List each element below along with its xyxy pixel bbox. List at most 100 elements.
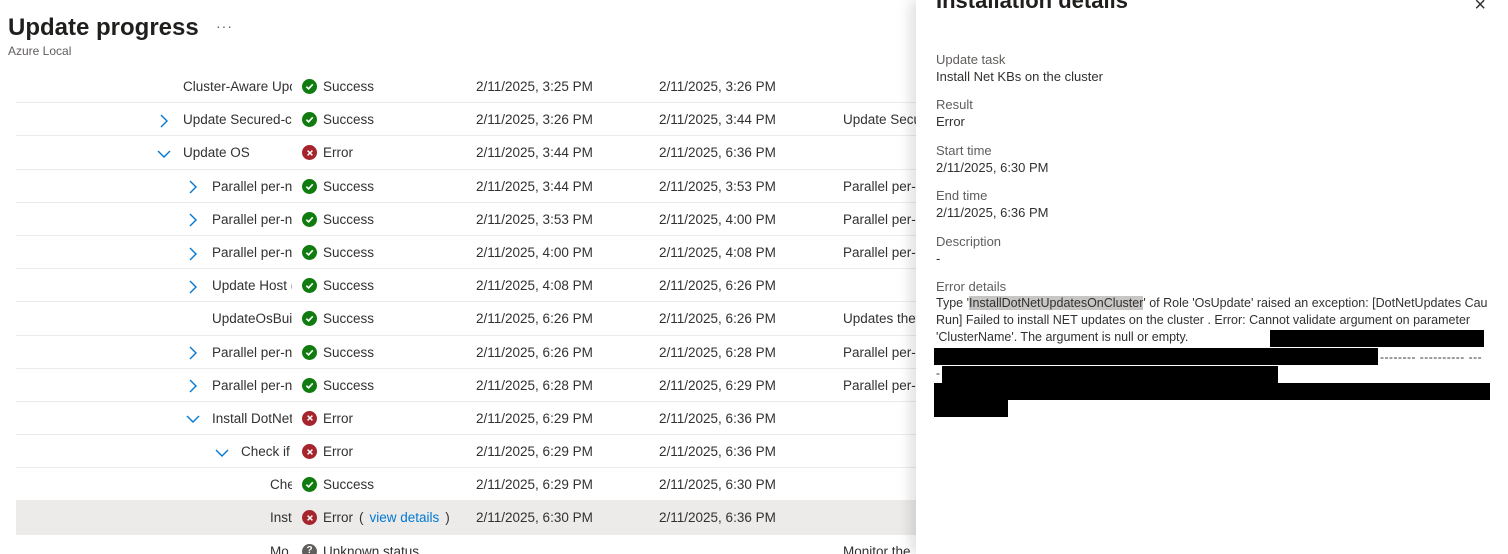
step-name: Parallel per-no xyxy=(212,211,292,227)
status-text: Success xyxy=(323,278,375,294)
end-time: 2/11/2025, 3:26 PM xyxy=(659,79,776,94)
start-time: 2/11/2025, 6:29 PM xyxy=(476,477,593,493)
redaction-block xyxy=(1270,330,1484,347)
start-time: 2/11/2025, 4:08 PM xyxy=(476,278,593,294)
status-text: Error xyxy=(323,510,353,526)
view-details-link[interactable]: view details xyxy=(370,501,440,534)
redaction-block xyxy=(934,383,1490,400)
error-dashes: -------- ---------- --- xyxy=(1380,350,1483,364)
chevron-right-icon[interactable] xyxy=(185,269,201,302)
table-row[interactable]: Inst Error (view details) 2/11/2025, 6:30 P… xyxy=(16,501,916,535)
success-status-icon xyxy=(302,344,317,360)
table-row[interactable]: Che Success 2/11/2025, 6:29 PM 2/11/2025, 6… xyxy=(16,468,916,502)
table-row[interactable]: Parallel per-no Success 2/11/2025, 3:44 PM… xyxy=(16,170,916,203)
end-time: 2/11/2025, 4:08 PM xyxy=(659,244,776,260)
chevron-right-icon[interactable] xyxy=(156,103,172,136)
page-subtitle: Azure Local xyxy=(8,44,72,58)
step-name: Update OS xyxy=(183,145,250,161)
success-status-icon xyxy=(302,477,317,493)
table-row[interactable]: Parallel per-no Success 2/11/2025, 6:26 PM… xyxy=(16,336,916,369)
step-description xyxy=(843,435,916,468)
step-name: Che xyxy=(270,477,292,493)
step-description: Update Secu xyxy=(843,112,916,128)
status-cell: Success xyxy=(302,468,374,501)
table-row[interactable]: UpdateOsBuil Success 2/11/2025, 6:26 PM 2/1… xyxy=(16,302,916,336)
table-row[interactable]: Parallel per-no Success 2/11/2025, 4:00 PM… xyxy=(16,236,916,270)
chevron-right-icon[interactable] xyxy=(185,170,201,203)
status-cell: Success xyxy=(302,302,374,335)
close-icon[interactable]: × xyxy=(1474,0,1486,17)
end-time: 2/11/2025, 6:29 PM xyxy=(659,377,776,393)
start-time: 2/11/2025, 6:26 PM xyxy=(476,344,593,360)
panel-title: Installation details xyxy=(936,0,1128,13)
start-time: 2/11/2025, 3:53 PM xyxy=(476,211,593,227)
status-text: Unknown status xyxy=(323,543,420,554)
end-time: 2/11/2025, 6:26 PM xyxy=(659,311,776,327)
status-text: Error xyxy=(323,410,353,426)
chevron-down-icon[interactable] xyxy=(185,402,201,435)
status-text: Success xyxy=(323,79,375,94)
status-text: Success xyxy=(323,244,375,260)
start-time-value: 2/11/2025, 6:30 PM xyxy=(936,160,1049,175)
update-steps-table: Cluster-Aware Upc Success 2/11/2025, 3:25 … xyxy=(16,70,916,554)
table-row[interactable]: Update Host (Success 2/11/2025, 4:08 PM 2/… xyxy=(16,269,916,303)
breadcrumb xyxy=(8,0,438,2)
table-row[interactable]: Cluster-Aware Upc Success 2/11/2025, 3:25 … xyxy=(16,70,916,104)
start-time: 2/11/2025, 6:29 PM xyxy=(476,410,593,426)
end-time-value: 2/11/2025, 6:36 PM xyxy=(936,205,1049,220)
chevron-right-icon[interactable] xyxy=(185,236,201,269)
error-status-icon xyxy=(302,444,317,460)
status-cell: Success xyxy=(302,336,374,369)
table-row[interactable]: Check if Error 2/11/2025, 6:29 PM 2/11/2025… xyxy=(16,435,916,469)
result-field: Result Error xyxy=(936,97,1496,130)
error-dash: - xyxy=(936,366,941,380)
start-time: 2/11/2025, 4:00 PM xyxy=(476,244,593,260)
chevron-right-icon[interactable] xyxy=(185,336,201,369)
table-row[interactable]: Update Secured-cc Success 2/11/2025, 3:26 … xyxy=(16,103,916,137)
error-status-icon xyxy=(302,510,317,526)
step-description xyxy=(843,136,916,169)
step-description: Parallel per-r xyxy=(843,377,916,393)
step-name: UpdateOsBuil xyxy=(212,311,292,327)
chevron-right-icon[interactable] xyxy=(185,369,201,402)
step-name: Parallel per-no xyxy=(212,344,292,360)
start-time: 2/11/2025, 3:44 PM xyxy=(476,145,593,161)
error-highlight: InstallDotNetUpdatesOnCluster xyxy=(968,296,1144,310)
chevron-down-icon[interactable] xyxy=(214,435,230,468)
chevron-right-icon[interactable] xyxy=(185,203,201,236)
more-options-button[interactable]: ··· xyxy=(216,18,233,34)
status-cell: Success xyxy=(302,170,374,203)
step-description: Monitor the xyxy=(843,543,911,554)
chevron-down-icon[interactable] xyxy=(156,136,172,169)
success-status-icon xyxy=(302,211,317,227)
table-row[interactable]: Parallel per-no Success 2/11/2025, 6:28 PM… xyxy=(16,369,916,402)
redaction-block xyxy=(934,400,1008,417)
step-name: Update Host ( xyxy=(212,278,292,294)
status-cell: Success xyxy=(302,203,374,236)
status-text: Success xyxy=(323,477,375,493)
success-status-icon xyxy=(302,112,317,128)
table-row[interactable]: Mo? Unknown status Monitor the xyxy=(16,535,916,554)
start-time-label: Start time xyxy=(936,143,992,158)
success-status-icon xyxy=(302,377,317,393)
status-text: Success xyxy=(323,344,375,360)
status-cell: Success xyxy=(302,103,374,136)
table-row[interactable]: Install DotNet Error 2/11/2025, 6:29 PM 2/1… xyxy=(16,402,916,436)
end-time: 2/11/2025, 6:36 PM xyxy=(659,510,776,526)
step-description xyxy=(843,269,916,302)
error-status-icon xyxy=(302,410,317,426)
step-name: Update Secured-cc xyxy=(183,112,292,128)
step-description: Parallel per-r xyxy=(843,244,916,260)
result-value: Error xyxy=(936,114,965,129)
start-time: 2/11/2025, 3:26 PM xyxy=(476,112,593,128)
status-cell: Success xyxy=(302,269,374,302)
success-status-icon xyxy=(302,244,317,260)
error-details-label: Error details xyxy=(936,279,1007,294)
success-status-icon xyxy=(302,278,317,294)
description-field: Description - xyxy=(936,234,1496,267)
status-cell: Error (view details) xyxy=(302,501,450,534)
link-paren-open: ( xyxy=(359,510,364,526)
redaction-block xyxy=(934,348,1378,365)
table-row[interactable]: Parallel per-no Success 2/11/2025, 3:53 PM… xyxy=(16,203,916,236)
table-row[interactable]: Update OS Error 2/11/2025, 3:44 PM 2/11/202… xyxy=(16,136,916,170)
